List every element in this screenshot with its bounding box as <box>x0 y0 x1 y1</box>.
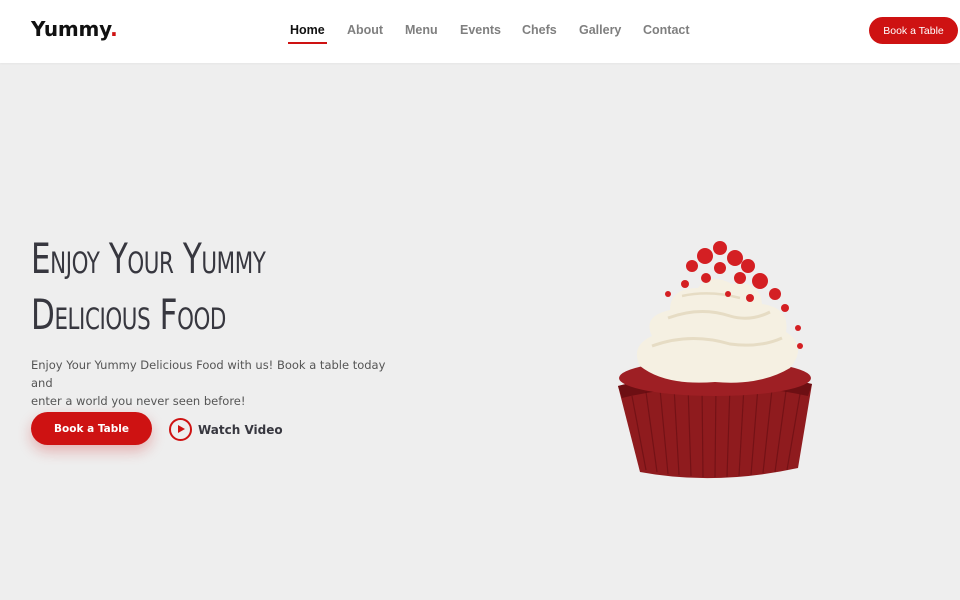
nav-item-events[interactable]: Events <box>460 23 501 37</box>
brand-name: Yummy <box>31 17 111 41</box>
watch-video-link[interactable]: Watch Video <box>169 418 283 441</box>
nav-item-gallery[interactable]: Gallery <box>579 23 621 37</box>
nav-item-home[interactable]: Home <box>288 23 327 44</box>
hero-subtitle-line-1: Enjoy Your Yummy Delicious Food with us!… <box>31 358 386 390</box>
play-circle-icon <box>169 418 192 441</box>
nav-item-menu[interactable]: Menu <box>405 23 438 37</box>
red-velvet-cupcake-image <box>618 241 812 479</box>
nav-item-chefs[interactable]: Chefs <box>522 23 557 37</box>
hero-subtitle: Enjoy Your Yummy Delicious Food with us!… <box>31 356 391 410</box>
site-header: Yummy. Home About Menu Events Chefs Gall… <box>0 0 960 63</box>
brand-dot: . <box>110 17 118 41</box>
nav-item-about[interactable]: About <box>347 23 383 37</box>
brand-logo[interactable]: Yummy. <box>31 17 118 41</box>
hero-title-line-1: Enjoy Your Yummy <box>31 234 266 283</box>
book-table-hero-button[interactable]: Book a Table <box>31 412 152 445</box>
watch-video-label: Watch Video <box>198 422 283 437</box>
book-table-header-button[interactable]: Book a Table <box>869 17 958 44</box>
nav-item-contact[interactable]: Contact <box>643 23 690 37</box>
hero-title-line-2: Delicious Food <box>31 290 227 339</box>
hero-subtitle-line-2: enter a world you never seen before! <box>31 394 246 408</box>
hero-title: Enjoy Your Yummy Delicious Food <box>31 231 343 343</box>
